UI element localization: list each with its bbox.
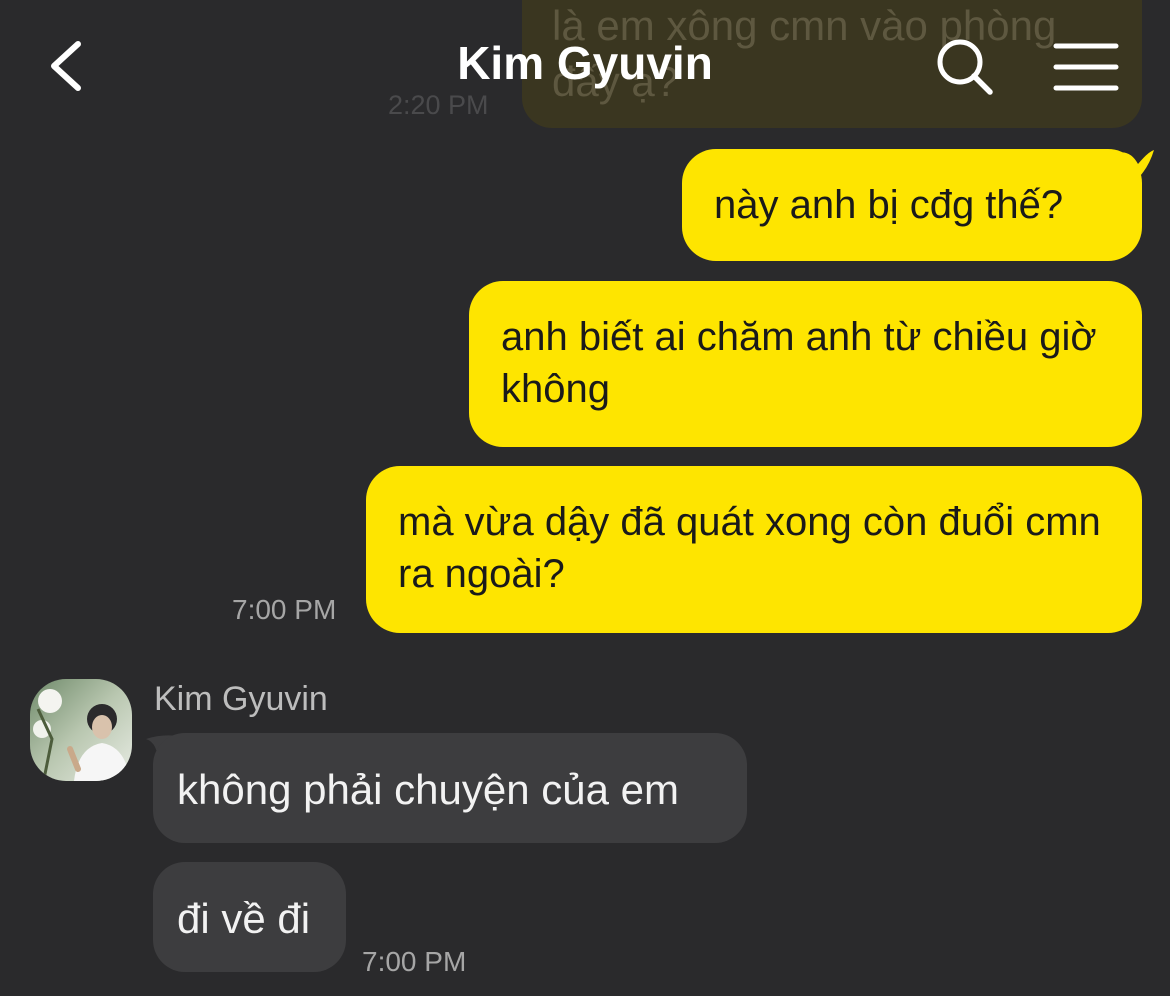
incoming-message[interactable]: đi về đi [153,862,346,972]
message-text: đi về đi [177,895,311,942]
message-text: anh biết ai chăm anh từ chiều giờ không [501,315,1097,411]
back-button[interactable] [40,30,100,102]
profile-photo-icon [30,679,132,781]
sender-name: Kim Gyuvin [154,680,328,718]
chat-header: Kim Gyuvin [0,0,1170,130]
hamburger-menu-icon [1053,43,1119,91]
search-button[interactable] [934,36,996,98]
outgoing-message[interactable]: này anh bị cđg thế? [682,149,1142,261]
message-timestamp: 7:00 PM [232,594,337,625]
message-timestamp: 7:00 PM [362,946,467,977]
chevron-left-icon [51,41,81,91]
outgoing-message[interactable]: anh biết ai chăm anh từ chiều giờ không [469,281,1142,447]
message-text: mà vừa dậy đã quát xong còn đuổi cmn ra … [398,500,1101,596]
message-text: không phải chuyện của em [177,766,680,813]
incoming-message[interactable]: không phải chuyện của em [153,733,747,843]
sender-avatar[interactable] [30,679,132,781]
message-text: này anh bị cđg thế? [714,183,1064,227]
search-icon [937,39,993,95]
outgoing-message[interactable]: mà vừa dậy đã quát xong còn đuổi cmn ra … [366,466,1142,633]
chat-screen: là em xông cmn vào phòng đấy ạ? 2:20 PM … [0,0,1170,996]
menu-button[interactable] [1052,40,1120,94]
